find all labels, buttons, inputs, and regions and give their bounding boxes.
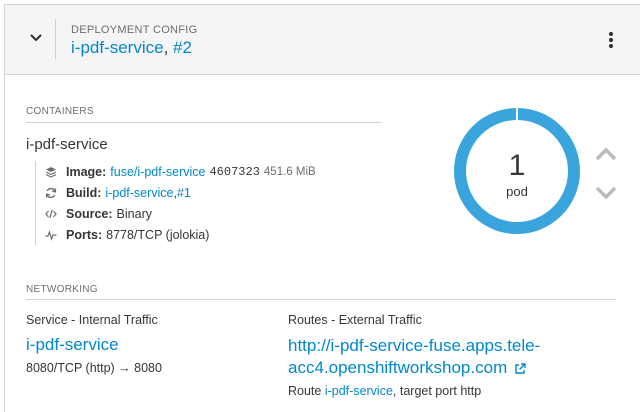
source-label: Source: [66, 206, 113, 221]
pulse-icon [44, 228, 58, 242]
networking-section-label: NETWORKING [26, 284, 98, 295]
containers-section-rule [26, 122, 381, 123]
image-name-link[interactable]: fuse/i-pdf-service [110, 165, 205, 179]
deployment-config-card: DEPLOYMENT CONFIG i-pdf-service, #2 CONT… [4, 4, 640, 412]
deployment-config-title: i-pdf-service, #2 [71, 38, 192, 58]
source-value: Binary [116, 206, 152, 221]
image-size: 451.6 MiB [263, 165, 316, 178]
image-row: Image: fuse/i-pdf-service 4607323 451.6 … [44, 161, 355, 182]
chevron-up-icon [595, 147, 617, 161]
chevron-down-icon [30, 34, 42, 42]
route-suffix: , target port http [392, 384, 482, 398]
external-link-icon[interactable] [514, 362, 526, 375]
refresh-icon [44, 186, 58, 200]
chevron-down-icon [595, 186, 617, 200]
build-config-link[interactable]: i-pdf-service [105, 186, 173, 200]
service-name-link[interactable]: i-pdf-service [26, 335, 119, 355]
route-description: Route i-pdf-service, target port http [288, 384, 481, 398]
kebab-icon[interactable] [603, 29, 619, 51]
scale-down-button[interactable] [593, 182, 619, 204]
deployment-config-name-link[interactable]: i-pdf-service [71, 38, 164, 57]
ports-row: Ports: 8778/TCP (jolokia) [44, 224, 355, 245]
code-icon [44, 207, 58, 221]
pod-count-label: pod [506, 184, 528, 199]
ports-label: Ports: [66, 227, 103, 242]
title-separator: , [163, 38, 174, 57]
route-url-link[interactable]: http://i-pdf-service-fuse.apps.tele-acc4… [288, 336, 540, 377]
scale-up-button[interactable] [593, 143, 619, 165]
build-row: Build: i-pdf-service, #1 [44, 182, 355, 203]
revision-link[interactable]: #2 [173, 38, 192, 57]
build-number-link[interactable]: #1 [177, 186, 191, 200]
networking-section-rule [26, 299, 616, 300]
route-service-link[interactable]: i-pdf-service [325, 384, 393, 398]
source-row: Source: Binary [44, 203, 355, 224]
routes-heading: Routes - External Traffic [288, 313, 422, 327]
pod-count: 1 [508, 149, 526, 182]
collapse-toggle[interactable] [23, 25, 49, 51]
build-label: Build: [66, 185, 102, 200]
ports-value: 8778/TCP (jolokia) [106, 227, 210, 242]
layers-icon [44, 165, 58, 179]
header-divider [55, 19, 56, 59]
card-header: DEPLOYMENT CONFIG i-pdf-service, #2 [5, 5, 640, 75]
container-name: i-pdf-service [26, 136, 108, 153]
image-label: Image: [66, 164, 107, 179]
container-details: Image: fuse/i-pdf-service 4607323 451.6 … [35, 161, 355, 245]
route-url-container: http://i-pdf-service-fuse.apps.tele-acc4… [288, 335, 578, 379]
route-prefix: Route [288, 384, 325, 398]
service-port-mapping: 8080/TCP (http) → 8080 [26, 361, 162, 375]
service-heading: Service - Internal Traffic [26, 313, 158, 327]
resource-kind-label: DEPLOYMENT CONFIG [71, 24, 198, 36]
containers-section-label: CONTAINERS [26, 106, 94, 117]
image-id: 4607323 [209, 164, 260, 179]
